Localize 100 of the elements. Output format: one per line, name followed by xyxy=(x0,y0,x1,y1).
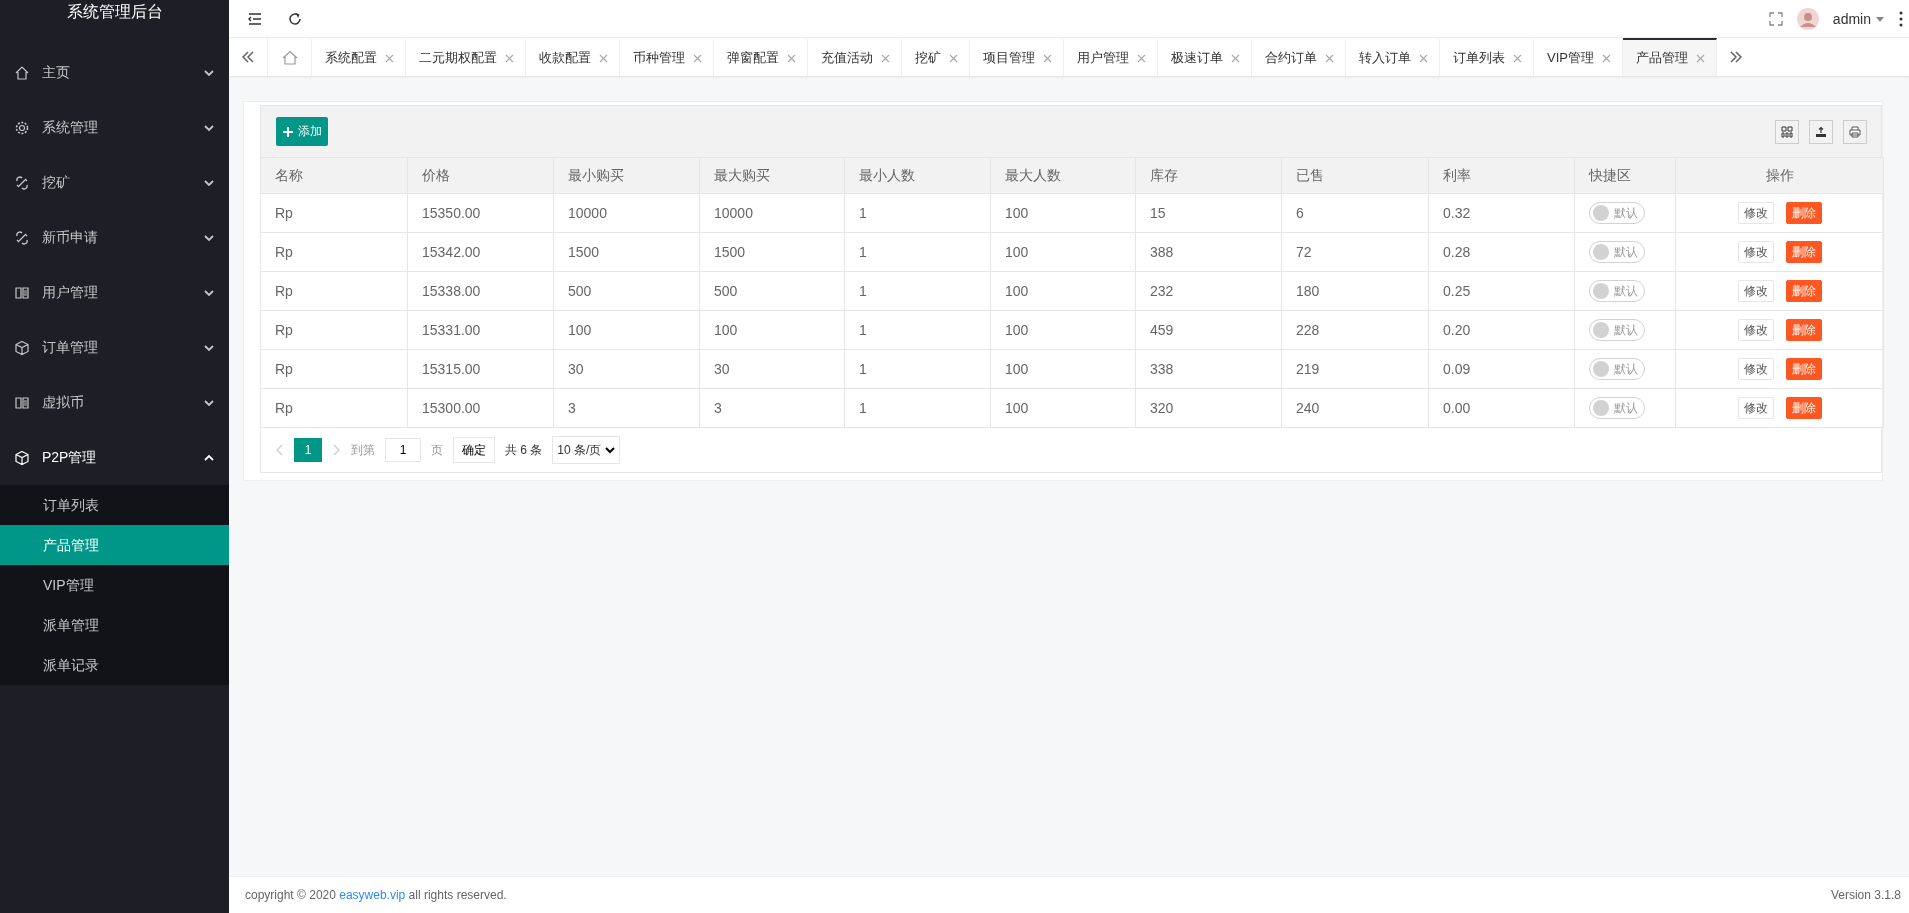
cube-icon xyxy=(14,449,30,466)
close-icon[interactable] xyxy=(385,53,394,63)
table-cell: 15338.00 xyxy=(407,271,554,311)
table-cell: 1500 xyxy=(553,232,700,272)
home-icon xyxy=(281,50,298,66)
link-icon xyxy=(14,229,30,246)
close-icon[interactable] xyxy=(1231,53,1240,63)
submenu-item[interactable]: VIP管理 xyxy=(0,565,229,605)
columns-button[interactable] xyxy=(1775,119,1799,144)
sidebar-item[interactable]: 挖矿 xyxy=(0,155,229,210)
table-cell: 15342.00 xyxy=(407,232,554,272)
table-cell: 500 xyxy=(699,271,845,311)
close-icon[interactable] xyxy=(505,53,514,63)
page-unit-label: 页 xyxy=(431,441,443,459)
table-cell: 388 xyxy=(1135,232,1282,272)
column-header: 利率 xyxy=(1428,157,1575,194)
edit-button[interactable]: 修改 xyxy=(1737,358,1774,380)
sidebar-item[interactable]: 主页 xyxy=(0,45,229,100)
user-menu[interactable]: admin xyxy=(1832,10,1885,27)
fullscreen-icon[interactable] xyxy=(1768,11,1783,26)
edit-button[interactable]: 修改 xyxy=(1737,280,1774,302)
table-cell: 219 xyxy=(1281,349,1429,389)
table-cell: 1 xyxy=(844,232,991,272)
edit-button[interactable]: 修改 xyxy=(1737,319,1774,341)
page-size-select[interactable]: 10 条/页 xyxy=(552,436,621,464)
goto-label: 到第 xyxy=(351,441,375,459)
close-icon[interactable] xyxy=(787,53,796,63)
edit-button[interactable]: 修改 xyxy=(1737,397,1774,419)
table-cell: 100 xyxy=(990,388,1136,428)
table-cell: 0.25 xyxy=(1428,271,1575,311)
close-icon[interactable] xyxy=(1043,53,1052,63)
double-chevron-right-icon[interactable] xyxy=(1728,50,1743,64)
export-button[interactable] xyxy=(1809,119,1833,144)
table-cell: 240 xyxy=(1281,388,1429,428)
table-cell: 180 xyxy=(1281,271,1429,311)
table-cell: 1 xyxy=(844,349,991,389)
book-icon xyxy=(14,284,30,301)
print-button[interactable] xyxy=(1843,119,1867,144)
sidebar-item[interactable]: 新币申请 xyxy=(0,210,229,265)
chevron-right-icon[interactable] xyxy=(332,444,341,456)
close-icon[interactable] xyxy=(1325,53,1334,63)
page-input[interactable]: 1 xyxy=(385,438,421,462)
sidebar-item[interactable]: 虚拟币 xyxy=(0,375,229,430)
close-icon[interactable] xyxy=(949,53,958,63)
table-cell: 15315.00 xyxy=(407,349,554,389)
edit-button[interactable]: 修改 xyxy=(1737,241,1774,263)
table-cell: 500 xyxy=(553,271,700,311)
table-cell: 1500 xyxy=(699,232,845,272)
page-number[interactable]: 1 xyxy=(294,438,322,462)
edit-button[interactable]: 修改 xyxy=(1737,202,1774,224)
table-cell: 320 xyxy=(1135,388,1282,428)
home-icon xyxy=(14,64,30,81)
table-cell: 30 xyxy=(553,349,700,389)
table-cell: 338 xyxy=(1135,349,1282,389)
submenu-item[interactable]: 派单记录 xyxy=(0,645,229,685)
close-icon[interactable] xyxy=(1513,53,1522,63)
column-header: 最小购买 xyxy=(553,157,700,194)
export-icon xyxy=(1815,125,1827,138)
table-cell: 1 xyxy=(844,388,991,428)
table-cell: 1 xyxy=(844,193,991,233)
avatar-icon[interactable] xyxy=(1796,7,1819,30)
double-chevron-left-icon[interactable] xyxy=(241,50,255,64)
table-cell: 15300.00 xyxy=(407,388,554,428)
cube-icon xyxy=(14,339,30,356)
close-icon[interactable] xyxy=(881,53,890,63)
book-icon xyxy=(14,394,30,411)
table-cell: 6 xyxy=(1281,193,1429,233)
close-icon[interactable] xyxy=(1601,53,1611,63)
table-cell: 459 xyxy=(1135,310,1282,350)
table-cell: 15350.00 xyxy=(407,193,554,233)
close-icon[interactable] xyxy=(693,53,702,63)
table-cell: 0.32 xyxy=(1428,193,1575,233)
column-header: 名称 xyxy=(260,157,408,194)
sidebar-item[interactable]: P2P管理 xyxy=(0,430,229,485)
submenu-item[interactable]: 订单列表 xyxy=(0,485,229,525)
close-icon[interactable] xyxy=(1695,53,1705,63)
table-cell: 100 xyxy=(990,349,1136,389)
print-icon xyxy=(1849,125,1861,138)
table-cell: 15331.00 xyxy=(407,310,554,350)
column-header: 库存 xyxy=(1135,157,1282,194)
page-tab[interactable]: 产品管理 xyxy=(1622,38,1717,76)
more-icon[interactable] xyxy=(1899,10,1903,27)
table-cell: 30 xyxy=(699,349,845,389)
grid-icon xyxy=(1781,125,1793,138)
app-title: 系统管理后台 xyxy=(65,2,164,22)
site-link[interactable]: easyweb.vip xyxy=(339,888,406,902)
sidebar-item[interactable]: 订单管理 xyxy=(0,320,229,375)
add-button[interactable]: 添加 xyxy=(276,117,328,146)
submenu-item[interactable]: 派单管理 xyxy=(0,605,229,645)
chevron-left-icon[interactable] xyxy=(275,444,284,456)
sidebar-item[interactable]: 系统管理 xyxy=(0,100,229,155)
submenu-item[interactable]: 产品管理 xyxy=(0,525,229,565)
close-icon[interactable] xyxy=(1419,53,1428,63)
confirm-button[interactable]: 确定 xyxy=(453,437,495,463)
close-icon[interactable] xyxy=(1137,53,1146,63)
close-icon[interactable] xyxy=(599,53,608,63)
refresh-icon[interactable] xyxy=(287,10,303,27)
table-cell: 10000 xyxy=(699,193,845,233)
sidebar-item[interactable]: 用户管理 xyxy=(0,265,229,320)
menu-fold-icon[interactable] xyxy=(247,10,263,27)
